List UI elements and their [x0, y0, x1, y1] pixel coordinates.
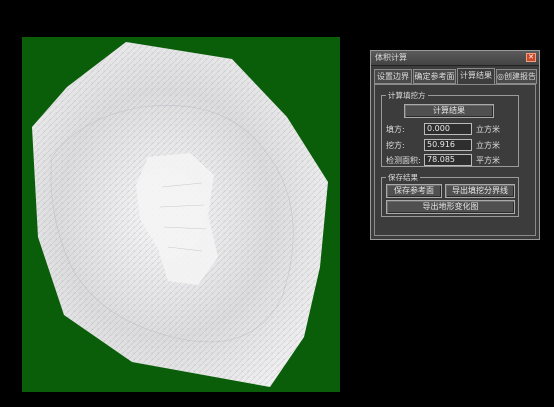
cut-unit: 立方米 — [476, 141, 500, 150]
dialog-title: 体积计算 — [375, 53, 407, 62]
dialog-titlebar[interactable]: 体积计算 ✕ — [371, 51, 539, 66]
cut-value-field[interactable]: 50.916 — [424, 139, 472, 151]
fill-cut-group: 计算填挖方 计算结果 填方: 0.000 立方米 挖方: 50.916 立方米 … — [381, 90, 519, 167]
area-label: 检测面积: — [386, 156, 421, 165]
calc-results-button[interactable]: 计算结果 — [404, 104, 494, 118]
results-panel: 计算填挖方 计算结果 填方: 0.000 立方米 挖方: 50.916 立方米 … — [374, 84, 536, 236]
export-terrain-change-button[interactable]: 导出地形变化图 — [386, 200, 515, 214]
tab-create-report-label: 创建报告 — [503, 72, 536, 81]
export-fill-cut-line-button[interactable]: 导出填挖分界线 — [445, 184, 515, 198]
save-results-group-title: 保存结果 — [386, 172, 420, 183]
circle-icon: ◎ — [497, 72, 504, 81]
cut-label: 挖方: — [386, 141, 405, 150]
tab-bar: 设置边界 确定参考面 计算结果 ◎创建报告 — [374, 68, 537, 84]
close-icon[interactable]: ✕ — [526, 53, 536, 62]
fill-value-field[interactable]: 0.000 — [424, 123, 472, 135]
fill-unit: 立方米 — [476, 125, 500, 134]
fill-cut-group-title: 计算填挖方 — [386, 90, 428, 101]
tab-set-boundary[interactable]: 设置边界 — [374, 69, 412, 84]
3d-viewport[interactable] — [22, 37, 340, 392]
tab-calc-results[interactable]: 计算结果 — [457, 68, 495, 84]
fill-label: 填方: — [386, 125, 405, 134]
terrain-surface — [32, 42, 328, 387]
volume-calc-dialog: 体积计算 ✕ 设置边界 确定参考面 计算结果 ◎创建报告 计算填挖方 计算结果 … — [370, 50, 540, 240]
tab-create-report[interactable]: ◎创建报告 — [496, 69, 537, 84]
save-results-group: 保存结果 保存参考面 导出填挖分界线 导出地形变化图 — [381, 172, 519, 217]
save-reference-surface-button[interactable]: 保存参考面 — [386, 184, 442, 198]
area-unit: 平方米 — [476, 156, 500, 165]
tab-reference-surface[interactable]: 确定参考面 — [413, 69, 456, 84]
area-value-field[interactable]: 78.085 — [424, 154, 472, 166]
